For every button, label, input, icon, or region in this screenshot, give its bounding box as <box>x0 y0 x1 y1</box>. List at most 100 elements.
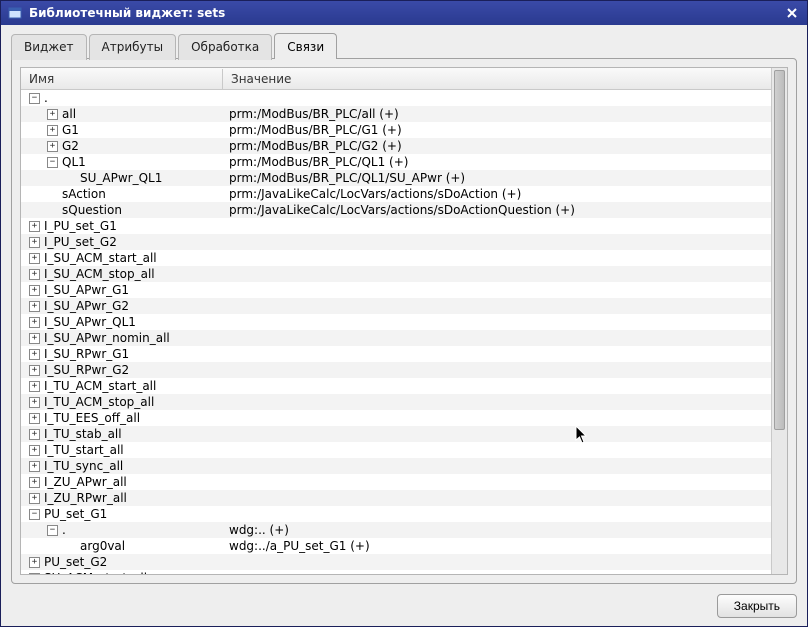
expand-icon[interactable]: + <box>29 349 40 360</box>
tab-processing[interactable]: Обработка <box>178 34 272 60</box>
close-icon[interactable] <box>783 4 801 22</box>
tree-row[interactable]: +G1prm:/ModBus/BR_PLC/G1 (+) <box>21 122 771 138</box>
scrollbar-thumb[interactable] <box>774 70 785 430</box>
tree-cell-value[interactable]: prm:/ModBus/BR_PLC/G1 (+) <box>223 122 771 138</box>
collapse-icon[interactable]: − <box>47 157 58 168</box>
expand-icon[interactable]: + <box>29 317 40 328</box>
tree-cell-value[interactable] <box>223 298 771 314</box>
close-button[interactable]: Закрыть <box>717 594 797 618</box>
expand-icon[interactable]: + <box>29 429 40 440</box>
tree-row[interactable]: +PU_set_G2 <box>21 554 771 570</box>
tree-row[interactable]: +I_SU_APwr_nomin_all <box>21 330 771 346</box>
tree-cell-value[interactable] <box>223 314 771 330</box>
tree-cell-value[interactable] <box>223 218 771 234</box>
expand-icon[interactable]: + <box>47 109 58 120</box>
expand-icon[interactable]: + <box>29 573 40 575</box>
tree-cell-value[interactable] <box>223 90 771 106</box>
expand-icon[interactable]: + <box>29 413 40 424</box>
expand-icon[interactable]: + <box>29 253 40 264</box>
tree-cell-value[interactable] <box>223 554 771 570</box>
tree-cell-value[interactable]: prm:/JavaLikeCalc/LocVars/actions/sDoAct… <box>223 186 771 202</box>
titlebar[interactable]: Библиотечный виджет: sets <box>1 1 807 25</box>
tree-row[interactable]: +I_TU_sync_all <box>21 458 771 474</box>
tree-row[interactable]: +I_ZU_RPwr_all <box>21 490 771 506</box>
tree-cell-value[interactable]: prm:/ModBus/BR_PLC/all (+) <box>223 106 771 122</box>
tree-cell-value[interactable]: wdg:../a_PU_set_G1 (+) <box>223 538 771 554</box>
expand-icon[interactable]: + <box>29 365 40 376</box>
tree-row[interactable]: +I_SU_APwr_QL1 <box>21 314 771 330</box>
tree-cell-value[interactable] <box>223 458 771 474</box>
tree-cell-value[interactable] <box>223 474 771 490</box>
tree-cell-value[interactable] <box>223 410 771 426</box>
tree-row[interactable]: −.wdg:.. (+) <box>21 522 771 538</box>
tree-cell-value[interactable] <box>223 394 771 410</box>
expand-icon[interactable]: + <box>29 301 40 312</box>
col-header-value[interactable]: Значение <box>223 69 771 89</box>
tab-widget[interactable]: Виджет <box>11 34 87 60</box>
tree-row[interactable]: +SU_ACM_start_all <box>21 570 771 574</box>
expand-icon[interactable]: + <box>29 285 40 296</box>
tree-row[interactable]: +I_SU_APwr_G1 <box>21 282 771 298</box>
tree-row[interactable]: +I_ZU_APwr_all <box>21 474 771 490</box>
tree-row[interactable]: +I_TU_start_all <box>21 442 771 458</box>
tree-row[interactable]: +I_SU_ACM_start_all <box>21 250 771 266</box>
expand-icon[interactable]: + <box>29 461 40 472</box>
tree-cell-value[interactable]: wdg:.. (+) <box>223 522 771 538</box>
tab-attributes[interactable]: Атрибуты <box>89 34 177 60</box>
collapse-icon[interactable]: − <box>29 509 40 520</box>
col-header-name[interactable]: Имя <box>21 69 223 89</box>
tree-cell-value[interactable] <box>223 506 771 522</box>
expand-icon[interactable]: + <box>29 397 40 408</box>
expand-icon[interactable]: + <box>29 333 40 344</box>
tree-row[interactable]: −QL1prm:/ModBus/BR_PLC/QL1 (+) <box>21 154 771 170</box>
tree-row[interactable]: arg0valwdg:../a_PU_set_G1 (+) <box>21 538 771 554</box>
tree-cell-value[interactable]: prm:/ModBus/BR_PLC/QL1/SU_APwr (+) <box>223 170 771 186</box>
collapse-icon[interactable]: − <box>47 525 58 536</box>
tree-row[interactable]: −PU_set_G1 <box>21 506 771 522</box>
tree-row[interactable]: +I_PU_set_G1 <box>21 218 771 234</box>
expand-icon[interactable]: + <box>47 125 58 136</box>
tree-row[interactable]: sActionprm:/JavaLikeCalc/LocVars/actions… <box>21 186 771 202</box>
collapse-icon[interactable]: − <box>29 93 40 104</box>
expand-icon[interactable]: + <box>29 493 40 504</box>
tree-row[interactable]: +I_SU_APwr_G2 <box>21 298 771 314</box>
tree-cell-value[interactable] <box>223 570 771 574</box>
tree-row[interactable]: SU_APwr_QL1prm:/ModBus/BR_PLC/QL1/SU_APw… <box>21 170 771 186</box>
tree-cell-value[interactable] <box>223 346 771 362</box>
expand-icon[interactable]: + <box>29 381 40 392</box>
tree-row[interactable]: +allprm:/ModBus/BR_PLC/all (+) <box>21 106 771 122</box>
expand-icon[interactable]: + <box>29 269 40 280</box>
expand-icon[interactable]: + <box>29 477 40 488</box>
tree-cell-value[interactable]: prm:/ModBus/BR_PLC/G2 (+) <box>223 138 771 154</box>
tree-row[interactable]: +I_SU_ACM_stop_all <box>21 266 771 282</box>
tree-row[interactable]: +G2prm:/ModBus/BR_PLC/G2 (+) <box>21 138 771 154</box>
tree-cell-value[interactable] <box>223 250 771 266</box>
tree-cell-value[interactable] <box>223 282 771 298</box>
expand-icon[interactable]: + <box>29 557 40 568</box>
tree-body[interactable]: −.+allprm:/ModBus/BR_PLC/all (+)+G1prm:/… <box>21 90 771 574</box>
tree-cell-value[interactable] <box>223 378 771 394</box>
tree-row[interactable]: +I_SU_RPwr_G2 <box>21 362 771 378</box>
tree-row[interactable]: +I_TU_stab_all <box>21 426 771 442</box>
expand-icon[interactable]: + <box>29 445 40 456</box>
tree-cell-value[interactable] <box>223 266 771 282</box>
tree-row[interactable]: +I_TU_ACM_start_all <box>21 378 771 394</box>
tree-row[interactable]: +I_TU_ACM_stop_all <box>21 394 771 410</box>
tree-cell-value[interactable]: prm:/JavaLikeCalc/LocVars/actions/sDoAct… <box>223 202 771 218</box>
tree-cell-value[interactable] <box>223 490 771 506</box>
tree-cell-value[interactable]: prm:/ModBus/BR_PLC/QL1 (+) <box>223 154 771 170</box>
tree-cell-value[interactable] <box>223 234 771 250</box>
scrollbar[interactable] <box>771 68 787 574</box>
tree-row[interactable]: sQuestionprm:/JavaLikeCalc/LocVars/actio… <box>21 202 771 218</box>
tree-row[interactable]: −. <box>21 90 771 106</box>
tree-cell-value[interactable] <box>223 330 771 346</box>
expand-icon[interactable]: + <box>29 221 40 232</box>
tree-row[interactable]: +I_SU_RPwr_G1 <box>21 346 771 362</box>
expand-icon[interactable]: + <box>29 237 40 248</box>
expand-icon[interactable]: + <box>47 141 58 152</box>
tree-cell-value[interactable] <box>223 426 771 442</box>
tree-cell-value[interactable] <box>223 442 771 458</box>
tree-row[interactable]: +I_PU_set_G2 <box>21 234 771 250</box>
tab-links[interactable]: Связи <box>274 33 337 59</box>
tree-cell-value[interactable] <box>223 362 771 378</box>
